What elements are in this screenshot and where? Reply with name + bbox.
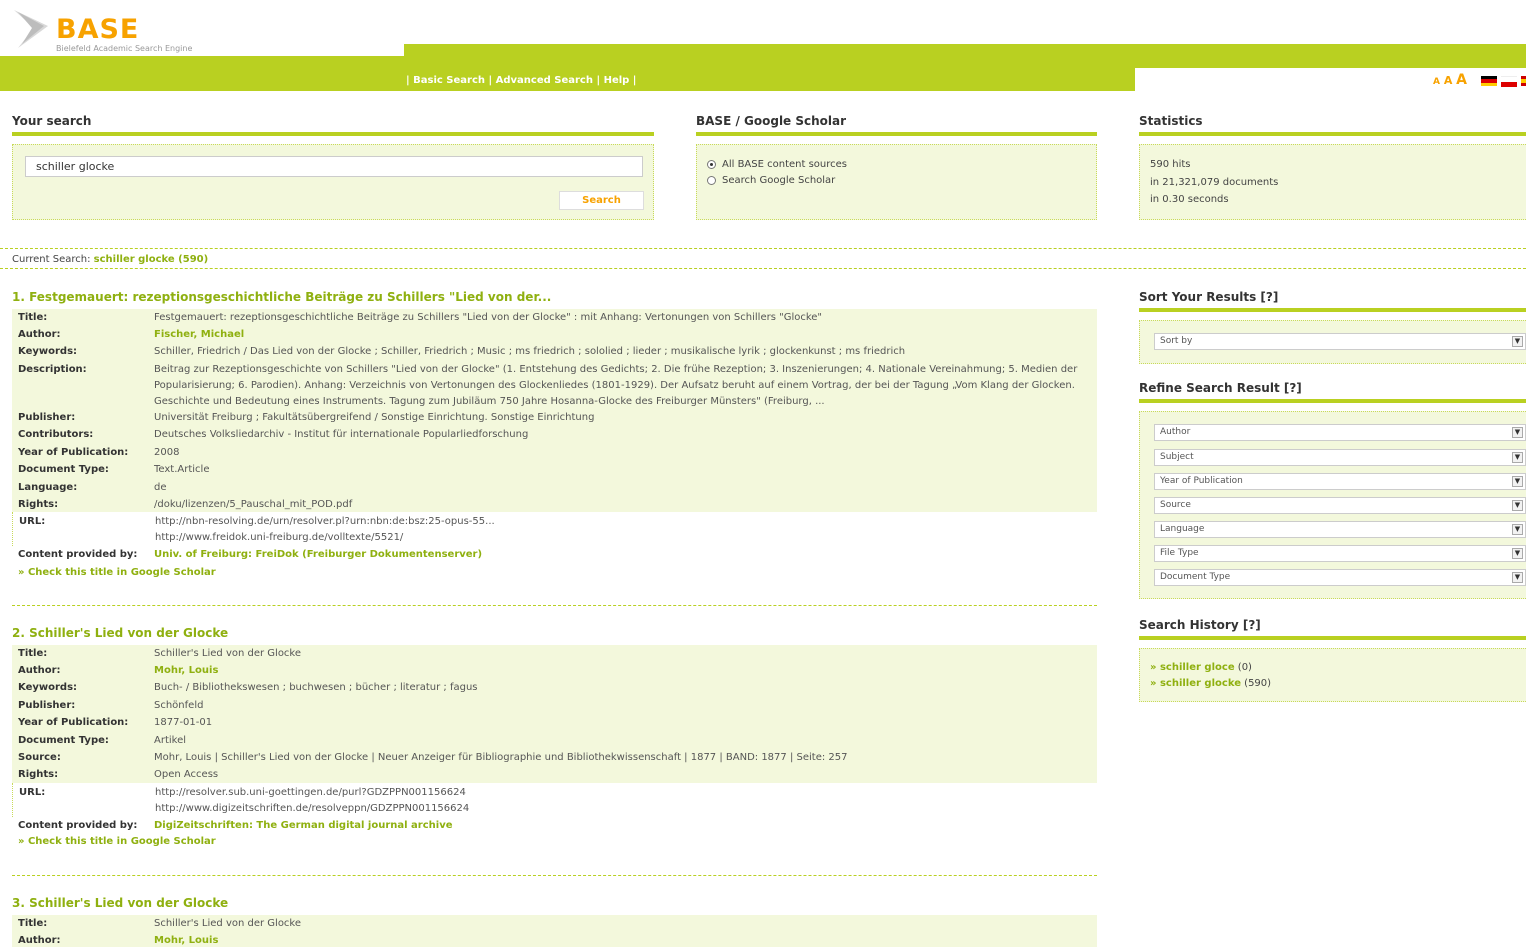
search-box: Search — [12, 144, 654, 220]
history-query-link[interactable]: schiller gloce — [1160, 662, 1235, 673]
your-search-title: Your search — [12, 114, 92, 128]
result-urls: URL: http://resolver.sub.uni-goettingen.… — [12, 783, 1098, 817]
statistics-box: 590 hits in 21,321,079 documents in 0.30… — [1139, 144, 1526, 220]
history-query-link[interactable]: schiller glocke — [1160, 678, 1241, 689]
refine-language-select[interactable]: Language ▼ — [1154, 521, 1526, 538]
result-divider — [12, 875, 1097, 876]
refine-subject-select[interactable]: Subject ▼ — [1154, 449, 1526, 466]
main-nav[interactable]: | Basic Search | Advanced Search | Help … — [406, 75, 636, 86]
nav-links[interactable]: | Basic Search | Advanced Search | Help … — [406, 75, 636, 86]
stat-time: in 0.30 seconds — [1150, 194, 1229, 205]
google-scholar-link[interactable]: » Check this title in Google Scholar — [18, 836, 216, 847]
statistics-divider — [1139, 132, 1526, 136]
author-link[interactable]: Mohr, Louis — [154, 662, 1094, 679]
refine-divider — [1139, 399, 1526, 403]
divider-dashed — [0, 248, 1526, 249]
url-link[interactable]: http://nbn-resolving.de/urn/resolver.pl?… — [155, 514, 1095, 530]
dropdown-arrow-icon[interactable]: ▼ — [1512, 548, 1523, 559]
dropdown-arrow-icon[interactable]: ▼ — [1512, 452, 1523, 463]
result-divider — [12, 605, 1097, 606]
logo-subtitle: Bielefeld Academic Search Engine — [56, 44, 193, 53]
font-size-switcher[interactable]: A A A — [1433, 72, 1467, 88]
refine-box: Author ▼ Subject ▼ Year of Publication ▼ So… — [1139, 411, 1526, 599]
dropdown-arrow-icon[interactable]: ▼ — [1512, 476, 1523, 487]
sort-divider — [1139, 308, 1526, 312]
font-small-button[interactable]: A — [1433, 77, 1440, 87]
refine-source-select[interactable]: Source ▼ — [1154, 497, 1526, 514]
logo-swoosh-icon — [14, 10, 48, 48]
logo-word: BASE — [56, 14, 140, 45]
current-search-link[interactable]: schiller glocke (590) — [94, 254, 209, 265]
divider-dashed — [0, 268, 1526, 269]
provider-link[interactable]: Univ. of Freiburg: FreiDok (Freiburger D… — [154, 549, 482, 560]
content-provider: Content provided by: Univ. of Freiburg: F… — [18, 549, 483, 560]
url-link[interactable]: http://resolver.sub.uni-goettingen.de/pu… — [155, 785, 1095, 801]
dropdown-arrow-icon[interactable]: ▼ — [1512, 500, 1523, 511]
refine-doctype-select[interactable]: Document Type ▼ — [1154, 569, 1526, 586]
history-divider — [1139, 636, 1526, 640]
statistics-title: Statistics — [1139, 114, 1203, 128]
history-title[interactable]: Search History [?] — [1139, 618, 1261, 632]
radio-google-scholar-label: Search Google Scholar — [722, 175, 836, 186]
result-title-link[interactable]: 1. Festgemauert: rezeptionsgeschichtlich… — [12, 290, 551, 304]
radio-google-scholar[interactable]: Search Google Scholar — [707, 175, 835, 186]
author-link[interactable]: Fischer, Michael — [154, 326, 1094, 343]
result-title-link[interactable]: 2. Schiller's Lied von der Glocke — [12, 626, 228, 640]
radio-selected-icon[interactable] — [707, 160, 716, 169]
history-box: » schiller gloce (0) » schiller glocke (… — [1139, 648, 1526, 702]
refine-year-select[interactable]: Year of Publication ▼ — [1154, 473, 1526, 490]
polish-flag-icon[interactable] — [1501, 76, 1517, 87]
font-large-button[interactable]: A — [1456, 72, 1467, 88]
stat-documents: in 21,321,079 documents — [1150, 177, 1279, 188]
content-provider: Content provided by: DigiZeitschriften: T… — [18, 820, 453, 831]
base-logo[interactable]: BASE Bielefeld Academic Search Engine — [12, 6, 232, 53]
radio-all-base-label: All BASE content sources — [722, 159, 848, 170]
stat-hits: 590 hits — [1150, 159, 1191, 170]
dropdown-arrow-icon[interactable]: ▼ — [1512, 336, 1523, 347]
sort-select[interactable]: Sort by ▼ — [1154, 333, 1526, 350]
sort-box: Sort by ▼ — [1139, 320, 1526, 364]
result-title-link[interactable]: 3. Schiller's Lied von der Glocke — [12, 896, 228, 910]
spanish-flag-icon[interactable] — [1521, 76, 1526, 86]
radio-all-base[interactable]: All BASE content sources — [707, 159, 847, 170]
provider-link[interactable]: DigiZeitschriften: The German digital jo… — [154, 820, 453, 831]
dropdown-arrow-icon[interactable]: ▼ — [1512, 427, 1523, 438]
radio-unselected-icon[interactable] — [707, 176, 716, 185]
dropdown-arrow-icon[interactable]: ▼ — [1512, 524, 1523, 535]
result-details: Title: Schiller's Lied von der Glocke Aut… — [12, 915, 1097, 947]
current-search: Current Search: schiller glocke (590) — [12, 254, 208, 265]
google-scholar-link[interactable]: » Check this title in Google Scholar — [18, 567, 216, 578]
refine-title[interactable]: Refine Search Result [?] — [1139, 381, 1302, 395]
your-search-divider — [12, 132, 654, 136]
dropdown-arrow-icon[interactable]: ▼ — [1512, 572, 1523, 583]
font-medium-button[interactable]: A — [1444, 74, 1453, 87]
scholar-title: BASE / Google Scholar — [696, 114, 847, 128]
scholar-divider — [696, 132, 1097, 136]
scholar-box: All BASE content sources Search Google S… — [696, 144, 1097, 220]
sort-title[interactable]: Sort Your Results [?] — [1139, 290, 1278, 304]
refine-author-select[interactable]: Author ▼ — [1154, 424, 1526, 441]
refine-filetype-select[interactable]: File Type ▼ — [1154, 545, 1526, 562]
search-input[interactable] — [25, 156, 643, 177]
result-details: Title: Schiller's Lied von der Glocke Aut… — [12, 645, 1097, 783]
search-button[interactable]: Search — [559, 191, 644, 210]
url-link[interactable]: http://www.freidok.uni-freiburg.de/vollt… — [155, 530, 1095, 546]
history-item: » schiller glocke (590) — [1150, 678, 1272, 689]
result-urls: URL: http://nbn-resolving.de/urn/resolve… — [12, 512, 1098, 546]
history-item: » schiller gloce (0) — [1150, 662, 1252, 673]
german-flag-icon[interactable] — [1481, 76, 1497, 86]
current-search-label: Current Search: — [12, 254, 91, 265]
result-details: Title: Festgemauert: rezeptionsgeschichtl… — [12, 309, 1097, 512]
url-link[interactable]: http://www.digizeitschriften.de/resolvep… — [155, 801, 1095, 817]
author-link[interactable]: Mohr, Louis — [154, 932, 1094, 949]
